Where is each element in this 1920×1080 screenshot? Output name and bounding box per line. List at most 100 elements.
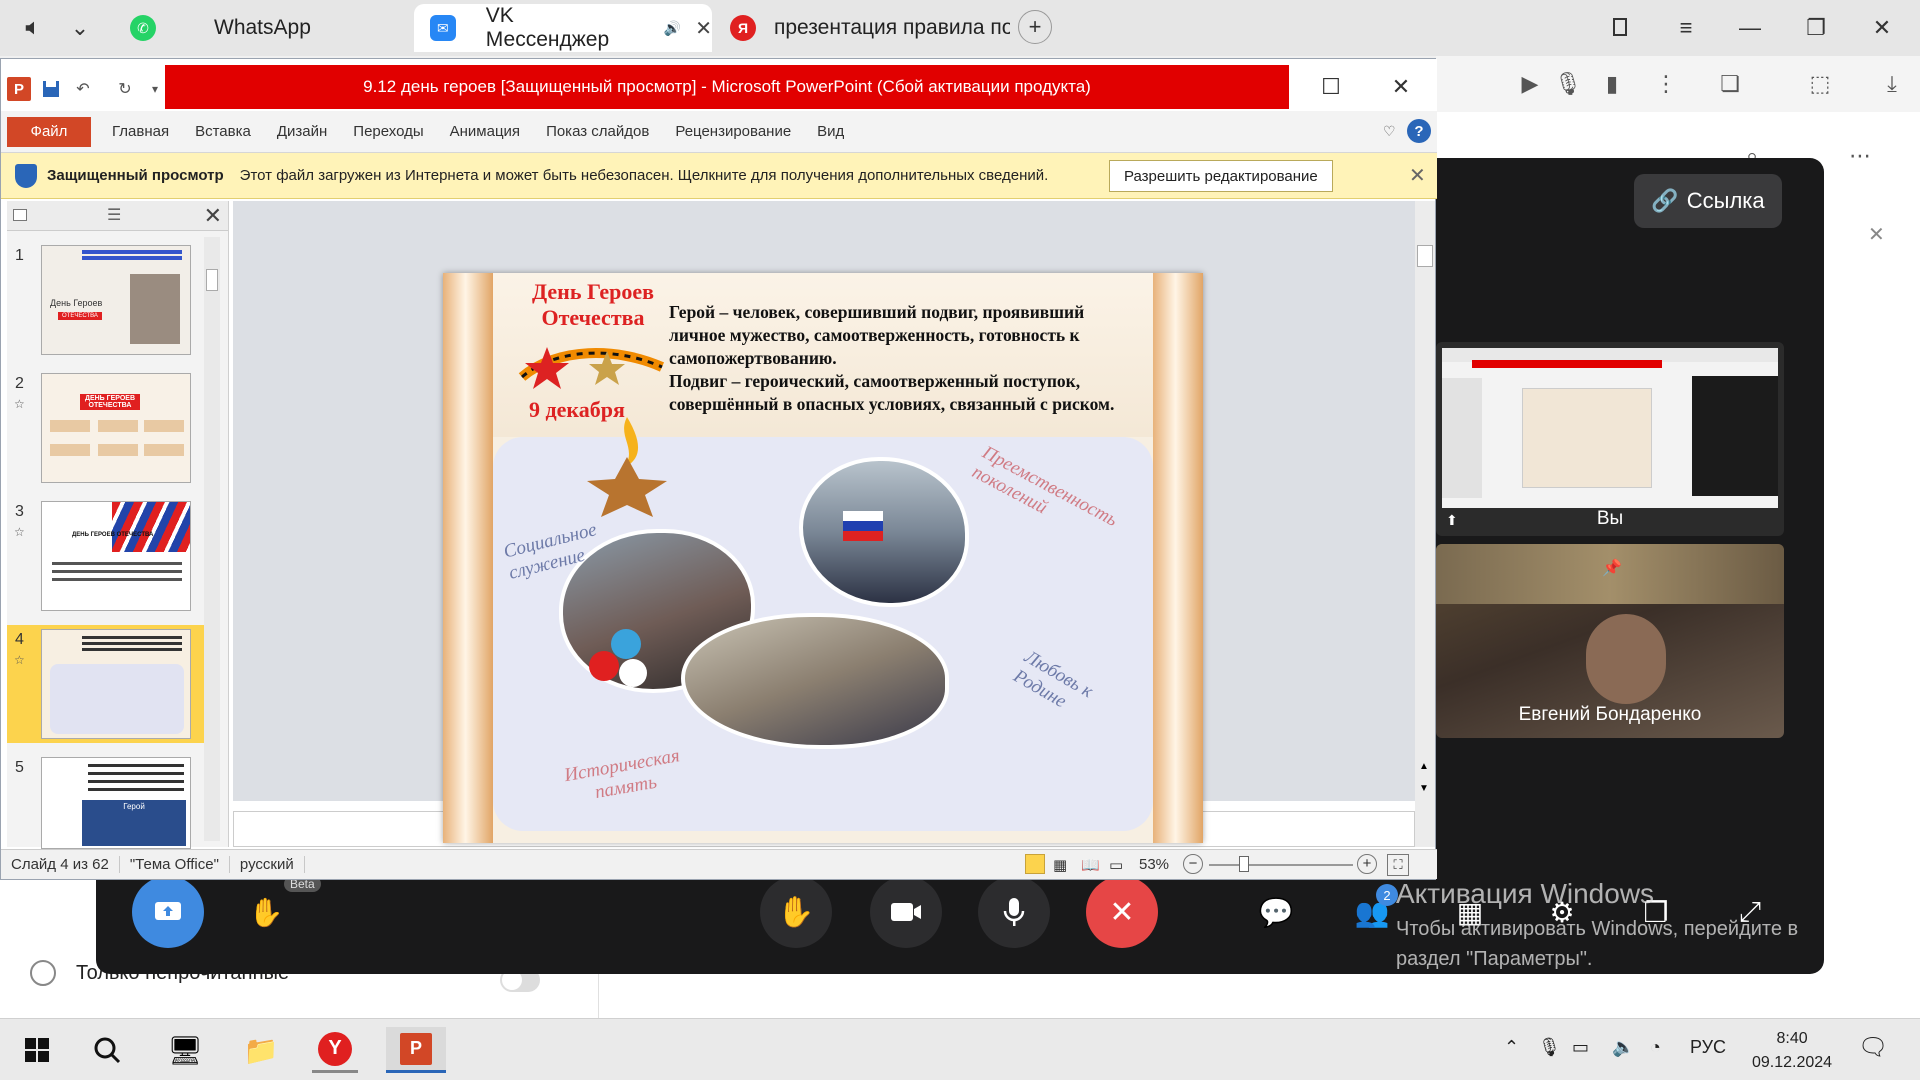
previous-slide-icon[interactable]: ▲ bbox=[1419, 761, 1429, 772]
tray-overflow-icon[interactable]: ⌃ bbox=[1504, 1037, 1519, 1058]
close-icon[interactable]: ✕ bbox=[1409, 163, 1426, 188]
outline-tab-icon[interactable]: ☰ bbox=[107, 205, 121, 225]
tab-animations[interactable]: Анимация bbox=[437, 116, 533, 148]
zoom-in-icon[interactable]: + bbox=[1357, 854, 1377, 874]
close-window-icon[interactable]: ✕ bbox=[1862, 8, 1902, 48]
self-view-tile[interactable]: Вы ⬆ bbox=[1436, 342, 1784, 536]
fit-to-window-icon[interactable]: ⛶ bbox=[1387, 854, 1409, 876]
next-slide-icon[interactable]: ▼ bbox=[1419, 783, 1429, 794]
maximize-icon[interactable]: ☐ bbox=[1303, 69, 1359, 105]
scroll-thumb[interactable] bbox=[206, 269, 218, 291]
zoom-slider-track[interactable] bbox=[1209, 864, 1353, 866]
protected-view-message[interactable]: Этот файл загружен из Интернета и может … bbox=[240, 167, 1049, 184]
slides-tab-icon[interactable] bbox=[13, 209, 27, 221]
more-dots-icon[interactable]: ⋯ bbox=[1844, 140, 1876, 172]
status-language[interactable]: русский bbox=[230, 856, 305, 873]
audio-playing-icon[interactable]: 🔊 bbox=[664, 20, 681, 37]
input-language[interactable]: РУС bbox=[1690, 1037, 1726, 1058]
close-icon[interactable]: ✕ bbox=[1373, 69, 1429, 105]
ribbon-collapse-icon[interactable]: ♡ bbox=[1383, 123, 1396, 140]
camera-button[interactable] bbox=[870, 876, 942, 948]
status-theme[interactable]: "Тема Office" bbox=[120, 856, 230, 873]
close-icon[interactable]: ✕ bbox=[695, 16, 712, 41]
tab-slideshow[interactable]: Показ слайдов bbox=[533, 116, 662, 148]
slide-text-line: личное мужество, самоотверженность, гото… bbox=[669, 325, 1080, 345]
enable-editing-button[interactable]: Разрешить редактирование bbox=[1109, 160, 1333, 192]
system-tool-icon[interactable]: 🖥 bbox=[162, 1027, 208, 1073]
zoom-slider-thumb[interactable] bbox=[1239, 856, 1249, 872]
battery-icon[interactable]: ▭ bbox=[1572, 1037, 1589, 1058]
protected-view-title: Защищенный просмотр bbox=[47, 167, 224, 184]
tab-file[interactable]: Файл bbox=[7, 116, 91, 147]
scroll-thumb[interactable] bbox=[1417, 245, 1433, 267]
tab-vk-messenger[interactable]: ✉ VK Мессенджер 🔊 ✕ bbox=[414, 4, 712, 52]
browser-toolbar: ▶ 🎙 ▮ ⋮ ❏ ⬚ ⤓ bbox=[1436, 56, 1920, 112]
minimize-icon[interactable]: — bbox=[1730, 8, 1770, 48]
file-explorer-icon[interactable]: 📁 bbox=[238, 1027, 284, 1073]
speaker-icon[interactable] bbox=[14, 8, 54, 48]
tab-design[interactable]: Дизайн bbox=[264, 116, 340, 148]
shield-icon bbox=[15, 163, 37, 188]
yandex-browser-icon[interactable]: Y bbox=[312, 1027, 358, 1073]
redo-icon[interactable]: ↻ bbox=[113, 77, 137, 101]
microphone-icon[interactable]: 🎙 bbox=[1552, 68, 1584, 100]
slide-thumbnail-4-selected[interactable]: 4 ☆ bbox=[7, 625, 213, 743]
bookmarks-icon[interactable] bbox=[1600, 8, 1640, 48]
call-link-button[interactable]: 🔗 Ссылка bbox=[1634, 174, 1782, 228]
effects-icon[interactable]: ✋ bbox=[240, 886, 292, 938]
more-icon[interactable]: ⋮ bbox=[1650, 68, 1682, 100]
thumbnails-scrollbar[interactable] bbox=[204, 237, 220, 841]
collections-icon[interactable]: ❏ bbox=[1714, 68, 1746, 100]
help-icon[interactable]: ? bbox=[1407, 119, 1431, 143]
save-icon[interactable] bbox=[39, 77, 63, 101]
slideshow-view-icon[interactable]: ▭ bbox=[1109, 856, 1123, 874]
zoom-out-icon[interactable]: − bbox=[1183, 854, 1203, 874]
close-icon[interactable]: ✕ bbox=[1868, 222, 1885, 247]
network-icon[interactable]: ◔ bbox=[1650, 1037, 1661, 1058]
status-slide-number[interactable]: Слайд 4 из 62 bbox=[1, 856, 120, 873]
slide-text-line: Подвиг – героический, самоотверженный по… bbox=[669, 371, 1081, 391]
normal-view-icon[interactable] bbox=[1025, 854, 1045, 874]
slide-thumbnail-2[interactable]: 2 ☆ ДЕНЬ ГЕРОЕВ ОТЕЧЕСТВА bbox=[7, 369, 213, 487]
system-clock[interactable]: 8:40 09.12.2024 bbox=[1752, 1027, 1832, 1075]
slide-thumbnail-3[interactable]: 3 ☆ ДЕНЬ ГЕРОЕВ ОТЕЧЕСТВА bbox=[7, 497, 213, 615]
tab-view[interactable]: Вид bbox=[804, 116, 857, 148]
close-icon[interactable]: ✕ bbox=[204, 203, 222, 229]
end-call-button[interactable]: ✕ bbox=[1086, 876, 1158, 948]
windows-activation-watermark: Активация Windows Чтобы активировать Win… bbox=[1396, 878, 1856, 974]
slide-thumbnail-1[interactable]: 1 День Героев ОТЕЧЕСТВА bbox=[7, 241, 213, 359]
microphone-button[interactable] bbox=[978, 876, 1050, 948]
slide-sorter-icon[interactable]: ▦ bbox=[1053, 856, 1067, 874]
bookmark-icon[interactable]: ▮ bbox=[1596, 68, 1628, 100]
chat-icon[interactable]: 💬 bbox=[1250, 886, 1302, 938]
chevron-down-icon[interactable]: ⌄ bbox=[60, 8, 100, 48]
undo-icon[interactable]: ↶ bbox=[71, 77, 95, 101]
tab-home[interactable]: Главная bbox=[99, 116, 182, 148]
start-icon[interactable] bbox=[14, 1027, 60, 1073]
participant-tile[interactable]: 📌 Евгений Бондаренко bbox=[1436, 544, 1784, 738]
volume-icon[interactable]: 🔈 bbox=[1612, 1037, 1634, 1058]
restore-icon[interactable]: ❐ bbox=[1796, 8, 1836, 48]
screen-share-button[interactable] bbox=[132, 876, 204, 948]
camera-icon[interactable]: ▶ bbox=[1514, 68, 1546, 100]
slide-thumbnails-pane: ☰ ✕ 1 День Героев ОТЕЧЕСТВА 2 ☆ ДЕНЬ ГЕР… bbox=[7, 201, 229, 849]
tab-presentation[interactable]: Я презентация правила по bbox=[726, 4, 1010, 52]
zoom-level[interactable]: 53% bbox=[1139, 856, 1169, 873]
menu-icon[interactable]: ≡ bbox=[1666, 8, 1706, 48]
notifications-icon[interactable]: 🗨 bbox=[1858, 1033, 1888, 1062]
search-icon[interactable] bbox=[84, 1027, 130, 1073]
tab-transitions[interactable]: Переходы bbox=[340, 116, 436, 148]
raise-hand-button[interactable]: ✋ bbox=[760, 876, 832, 948]
downloads-icon[interactable]: ⤓ bbox=[1876, 68, 1908, 100]
quick-access-dropdown-icon[interactable]: ▾ bbox=[143, 77, 167, 101]
reading-view-icon[interactable]: 📖 bbox=[1081, 856, 1100, 874]
tab-whatsapp[interactable]: ✆ WhatsApp bbox=[126, 4, 406, 52]
extension-icon[interactable]: ⬚ bbox=[1804, 68, 1836, 100]
new-tab-icon[interactable]: + bbox=[1018, 10, 1052, 44]
tab-insert[interactable]: Вставка bbox=[182, 116, 264, 148]
editor-scrollbar[interactable]: ▲ ▼ bbox=[1415, 201, 1435, 847]
pin-icon[interactable]: 📌 bbox=[1602, 558, 1622, 578]
powerpoint-taskbar-icon[interactable]: P bbox=[386, 1027, 446, 1073]
tab-review[interactable]: Рецензирование bbox=[662, 116, 804, 148]
microphone-tray-icon[interactable]: 🎙 bbox=[1538, 1037, 1561, 1058]
